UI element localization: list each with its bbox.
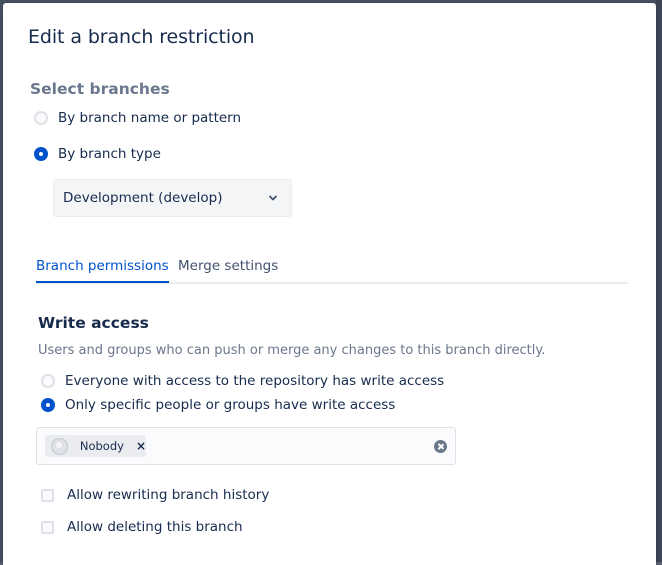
radio-checked-icon (41, 398, 55, 412)
checkbox-allow-deleting[interactable]: Allow deleting this branch (41, 519, 243, 535)
restriction-tabs: Branch permissions Merge settings (36, 258, 628, 284)
radio-label: By branch name or pattern (58, 110, 242, 126)
branch-restriction-dialog: Edit a branch restriction Select branche… (3, 3, 656, 565)
radio-checked-icon (34, 147, 48, 161)
dialog-title: Edit a branch restriction (28, 26, 255, 48)
user-tag-nobody: Nobody × (45, 435, 146, 457)
clear-icon[interactable] (434, 440, 447, 453)
radio-everyone-write[interactable]: Everyone with access to the repository h… (41, 373, 444, 389)
radio-label: By branch type (58, 146, 161, 162)
write-access-description: Users and groups who can push or merge a… (38, 343, 546, 358)
branch-type-value: Development (develop) (63, 190, 223, 206)
tag-label: Nobody (79, 439, 124, 453)
checkbox-allow-rewriting[interactable]: Allow rewriting branch history (41, 487, 269, 503)
remove-tag-icon[interactable]: × (136, 439, 146, 453)
radio-unchecked-icon (34, 111, 48, 125)
checkbox-box (41, 520, 54, 534)
radio-unchecked-icon (41, 374, 55, 388)
background-page-edge (656, 0, 662, 562)
radio-label: Only specific people or groups have writ… (65, 397, 396, 413)
user-group-picker[interactable]: Nobody × (36, 427, 456, 465)
branch-type-select[interactable]: Development (develop) (53, 179, 292, 217)
checkbox-box (41, 488, 54, 502)
avatar-icon (51, 437, 68, 455)
radio-by-branch-name[interactable]: By branch name or pattern (34, 110, 241, 126)
select-branches-heading: Select branches (30, 80, 170, 98)
chevron-down-icon (269, 195, 277, 201)
checkbox-label: Allow rewriting branch history (67, 487, 270, 503)
tab-branch-permissions[interactable]: Branch permissions (36, 258, 169, 283)
checkbox-label: Allow deleting this branch (67, 519, 243, 535)
radio-label: Everyone with access to the repository h… (65, 373, 445, 389)
tab-merge-settings[interactable]: Merge settings (178, 258, 278, 281)
radio-by-branch-type[interactable]: By branch type (34, 146, 161, 162)
write-access-heading: Write access (38, 314, 149, 332)
radio-specific-write[interactable]: Only specific people or groups have writ… (41, 397, 395, 413)
